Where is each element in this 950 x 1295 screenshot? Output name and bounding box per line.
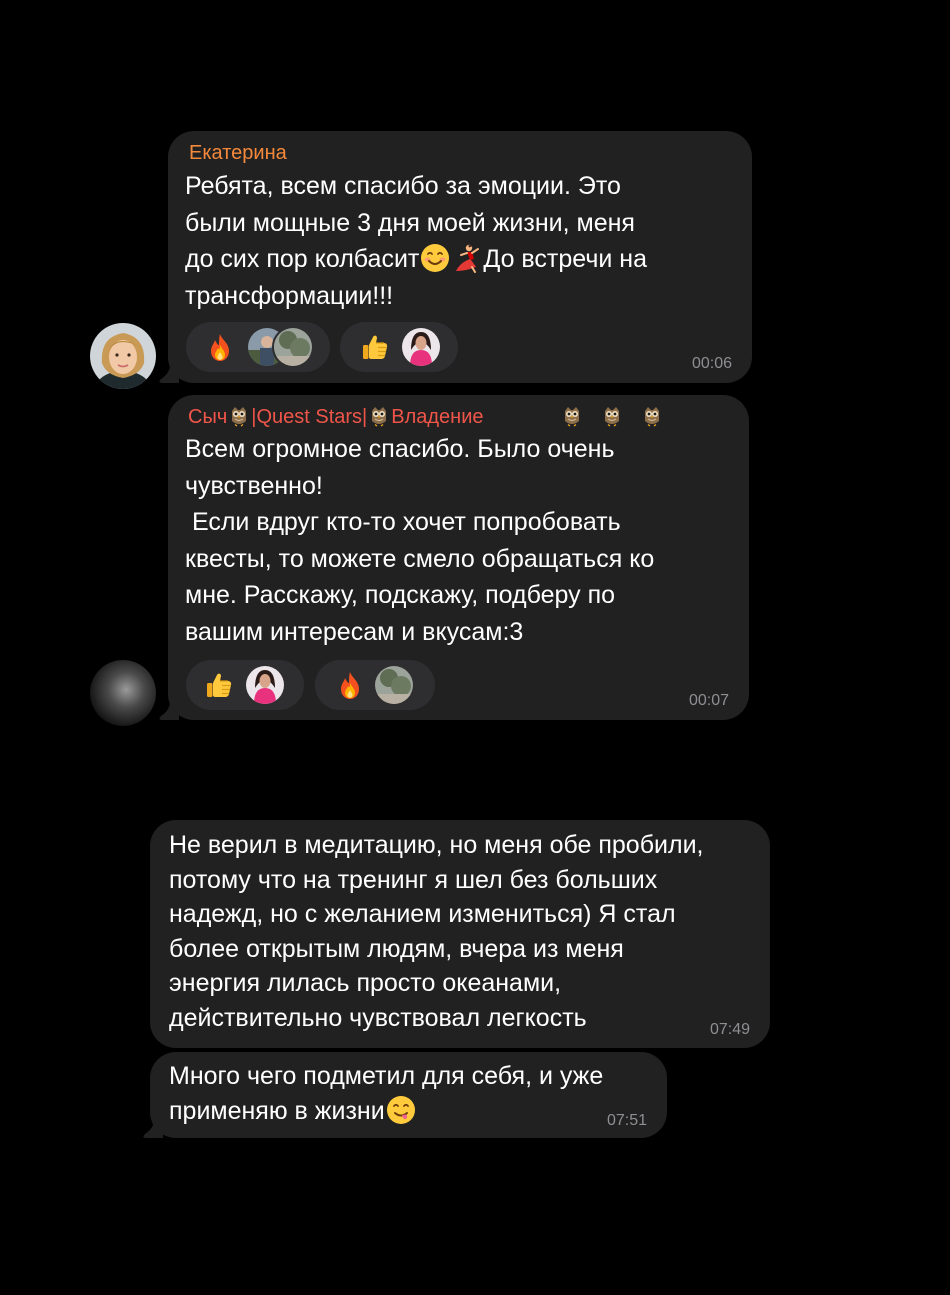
sender-avatar[interactable] [90,660,156,726]
thumbs-up-emoji [204,670,234,700]
fire-emoji [335,670,365,700]
message-timestamp: 00:07 [688,692,729,709]
message-line-part: До встречи на [483,245,648,273]
message-timestamp: 07:49 [709,1021,750,1038]
message-line: мне. Расскажу, подскажу, подберу по [185,581,616,609]
message-line: чувственно! [185,471,323,500]
message-text: Не верил в медитацию, но меня обе пробил… [169,828,704,1036]
reaction-thumbs-up[interactable] [340,322,458,372]
owl-emoji [642,405,662,427]
message-text: Ребята, всем спасибо за эмоции. Это были… [185,168,647,314]
message-timestamp: 07:51 [606,1112,647,1129]
message-line: Всем огромное спасибо. Было очень [185,435,615,463]
message-line: Ребята, всем спасибо за эмоции. Это [185,172,621,200]
message-line: применяю в жизни [169,1094,603,1129]
message-line: Не верил в медитацию, но меня обе пробил… [169,831,704,859]
message-line: надежд, но с желанием измениться) Я стал [169,900,676,929]
message-line: трансформации!!! [185,281,394,310]
message-line: были мощные 3 дня моей жизни, меня [185,208,635,237]
sender-name-part: Владение [391,406,484,428]
message-line: действительно чувствовал легкость [169,1003,587,1032]
thumbs-up-emoji [360,332,390,362]
message-line: потому что на тренинг я шел без больших [169,865,658,894]
reaction-fire[interactable] [186,322,330,372]
sender-name[interactable]: Сыч |Quest Stars| Владение [188,405,484,429]
reaction-thumbs-up[interactable] [186,660,304,710]
message-text: Всем огромное спасибо. Было очень чувств… [185,431,654,650]
sender-avatar[interactable] [90,323,156,389]
message-line: энергия лилась просто океанами, [169,969,562,998]
reactor-avatar [373,664,415,706]
sender-name-part: Сыч [188,406,228,428]
reaction-fire[interactable] [315,660,435,710]
message-line-part: до сих пор колбасит [185,245,420,273]
message-line: более открытым людям, вчера из меня [169,934,624,963]
message-timestamp: 00:06 [691,355,732,372]
message-line-part: применяю в жизни [169,1096,385,1125]
owl-emoji [602,405,622,427]
sender-name[interactable]: Екатерина [189,141,287,165]
owl-emoji [369,405,389,427]
message-bubble[interactable]: Много чего подметил для себя, и уже прим… [150,1052,667,1138]
message-bubble[interactable]: Сыч |Quest Stars| Владение Всем огромное с… [168,395,749,720]
fire-emoji [205,332,235,362]
message-bubble[interactable]: Екатерина Ребята, всем спасибо за эмоции… [168,131,752,383]
message-bubble[interactable]: Не верил в медитацию, но меня обе пробил… [150,820,770,1048]
message-line: Много чего подметил для себя, и уже [169,1062,604,1090]
owl-emoji [562,405,582,427]
message-line: вашим интересам и вкусам:3 [185,617,524,646]
smiling-face-emoji [420,243,451,273]
message-line: Если вдруг кто-то хочет попробовать [185,508,621,536]
reactor-avatar [272,326,314,368]
sender-name-part: |Quest Stars| [251,406,368,428]
dancer-emoji [452,243,482,273]
message-line: квесты, то можете смело обращаться ко [185,544,655,573]
owl-emoji [229,405,249,427]
reactor-avatar [400,326,442,368]
message-line: до сих пор колбасит До встречи на [185,241,647,278]
message-text: Много чего подметил для себя, и уже прим… [169,1059,603,1128]
yum-face-emoji [385,1094,416,1125]
reactor-avatar [244,664,286,706]
